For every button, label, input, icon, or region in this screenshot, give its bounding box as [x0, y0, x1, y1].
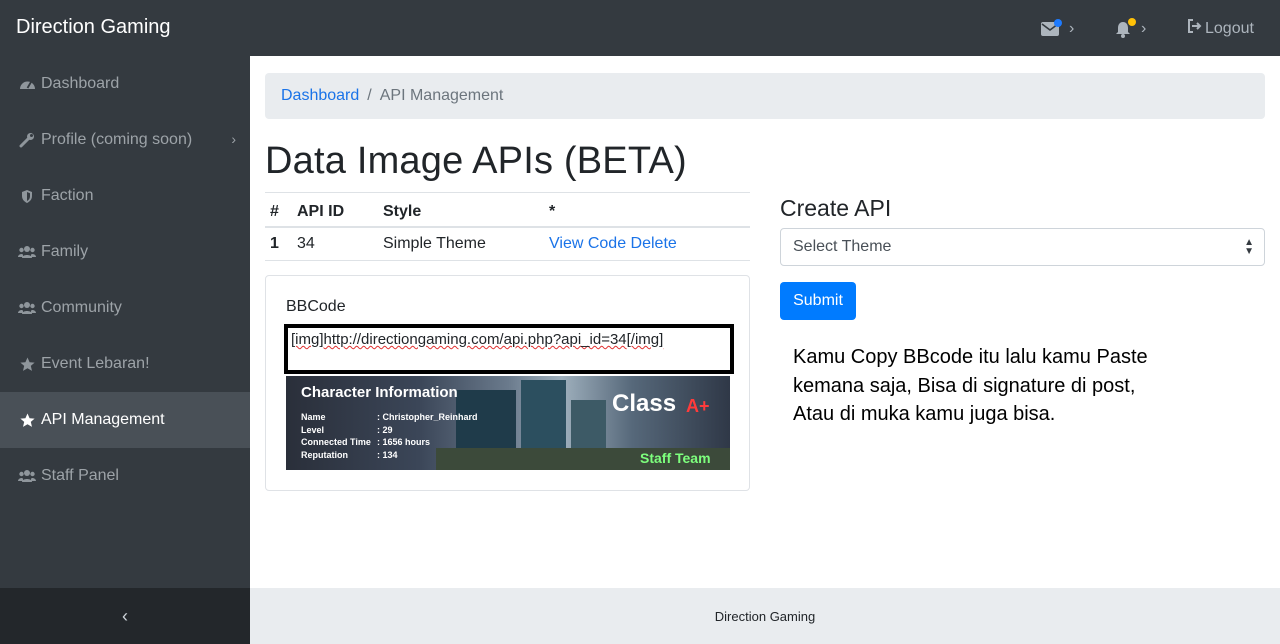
- bbcode-card: BBCode [img]http://directiongaming.com/a…: [265, 275, 750, 491]
- bbcode-prefix: [img]: [291, 331, 324, 348]
- row-style: Simple Theme: [378, 226, 544, 261]
- sidebar-item-api-management[interactable]: API Management: [0, 392, 250, 448]
- breadcrumb-separator: /: [367, 87, 372, 104]
- users-icon: [18, 299, 36, 317]
- table-row: 1 34 Simple Theme View Code Delete: [265, 226, 750, 261]
- breadcrumb: Dashboard / API Management: [265, 73, 1265, 119]
- sidebar: Dashboard Profile (coming soon) › Factio…: [0, 56, 250, 644]
- delete-link[interactable]: Delete: [631, 235, 677, 252]
- wrench-icon: [18, 131, 36, 149]
- create-api-title: Create API: [780, 195, 892, 221]
- theme-select-value: Select Theme: [793, 238, 892, 255]
- bell-icon: [1115, 17, 1136, 38]
- sidebar-item-event-lebaran[interactable]: Event Lebaran!: [0, 336, 250, 392]
- users-icon: [18, 467, 36, 485]
- column-header-api-id: API ID: [292, 192, 378, 228]
- logout-label: Logout: [1205, 19, 1254, 37]
- sidebar-item-label: Faction: [41, 187, 94, 204]
- top-navbar: Direction Gaming › › Logout: [0, 0, 1280, 56]
- select-arrows-icon: ▲ ▼: [1244, 237, 1254, 257]
- sidebar-item-label: Family: [41, 243, 89, 260]
- sidebar-item-label: Profile (coming soon): [41, 131, 193, 148]
- view-code-link[interactable]: View Code: [549, 235, 626, 252]
- signature-class-grade: A+: [686, 396, 710, 416]
- sidebar-item-dashboard[interactable]: Dashboard: [0, 56, 250, 112]
- users-icon: [18, 243, 36, 261]
- sidebar-item-staff-panel[interactable]: Staff Panel: [0, 448, 250, 504]
- sidebar-item-label: API Management: [41, 411, 165, 428]
- sidebar-item-faction[interactable]: Faction: [0, 168, 250, 224]
- sidebar-item-community[interactable]: Community: [0, 280, 250, 336]
- bbcode-suffix: [/img]: [626, 331, 664, 348]
- chevron-right-icon: ›: [231, 131, 236, 147]
- signature-title: Character Information: [301, 384, 458, 401]
- signature-preview-image: Character Information Name: Christopher_…: [286, 376, 730, 470]
- column-header-actions: *: [544, 192, 750, 228]
- theme-select[interactable]: Select Theme ▲ ▼: [780, 228, 1265, 266]
- notification-indicator-dot: [1128, 17, 1136, 26]
- message-indicator-dot: [1054, 19, 1062, 27]
- sidebar-item-family[interactable]: Family: [0, 224, 250, 280]
- sidebar-item-label: Event Lebaran!: [41, 355, 150, 372]
- brand-title[interactable]: Direction Gaming: [16, 16, 171, 39]
- star-icon: [18, 355, 36, 373]
- instruction-line: kemana saja, Bisa di signature di post,: [793, 374, 1136, 397]
- signature-class-label: Class: [612, 390, 677, 417]
- instruction-note: Kamu Copy BBcode itu lalu kamu Paste kem…: [793, 343, 1213, 429]
- sidebar-item-label: Community: [41, 299, 122, 316]
- sidebar-item-label: Staff Panel: [41, 467, 119, 484]
- notifications-button[interactable]: ›: [1115, 17, 1147, 40]
- chevron-left-icon: ‹: [122, 605, 128, 626]
- footer: Direction Gaming: [250, 588, 1280, 644]
- star-icon: [18, 411, 36, 429]
- row-api-id: 34: [292, 226, 378, 261]
- breadcrumb-current: API Management: [379, 87, 504, 104]
- signature-info-rows: Name: Christopher_Reinhard Level: 29 Con…: [301, 411, 478, 461]
- sidebar-item-profile[interactable]: Profile (coming soon) ›: [0, 112, 250, 168]
- chevron-right-icon: ›: [1141, 20, 1147, 37]
- signature-row: Connected Time: 1656 hours: [301, 437, 431, 447]
- bbcode-textarea[interactable]: [img]http://directiongaming.com/api.php?…: [284, 324, 734, 374]
- signature-row: Level: 29: [301, 424, 393, 435]
- messages-button[interactable]: ›: [1041, 18, 1074, 40]
- logout-link[interactable]: Logout: [1187, 19, 1254, 38]
- table-header-row: # API ID Style *: [265, 192, 750, 228]
- submit-button[interactable]: Submit: [780, 282, 856, 320]
- chevron-right-icon: ›: [1069, 20, 1075, 37]
- sidebar-collapse-button[interactable]: ‹: [0, 588, 250, 644]
- tachometer-icon: [18, 75, 36, 93]
- shield-icon: [18, 187, 36, 205]
- signature-row: Name: Christopher_Reinhard: [301, 412, 478, 422]
- row-index: 1: [265, 226, 292, 261]
- signature-row: Reputation: 134: [301, 449, 398, 460]
- page-title: Data Image APIs (BETA): [265, 140, 687, 182]
- footer-text: Direction Gaming: [714, 608, 816, 624]
- instruction-line: Atau di muka kamu juga bisa.: [793, 403, 1056, 425]
- instruction-line: Kamu Copy BBcode itu lalu kamu Paste: [793, 346, 1148, 368]
- row-actions: View Code Delete: [544, 226, 750, 261]
- bbcode-label: BBCode: [286, 298, 346, 315]
- sign-out-icon: [1187, 19, 1205, 38]
- column-header-index: #: [265, 192, 292, 228]
- api-table: # API ID Style * 1 34 Simple Theme View …: [265, 192, 750, 261]
- breadcrumb-dashboard-link[interactable]: Dashboard: [281, 87, 359, 105]
- signature-team-label: Staff Team: [640, 450, 711, 466]
- sidebar-item-label: Dashboard: [41, 75, 120, 92]
- bbcode-url: http://directiongaming.com/api.php?api_i…: [323, 331, 627, 348]
- column-header-style: Style: [378, 192, 544, 228]
- envelope-icon: [1041, 19, 1062, 36]
